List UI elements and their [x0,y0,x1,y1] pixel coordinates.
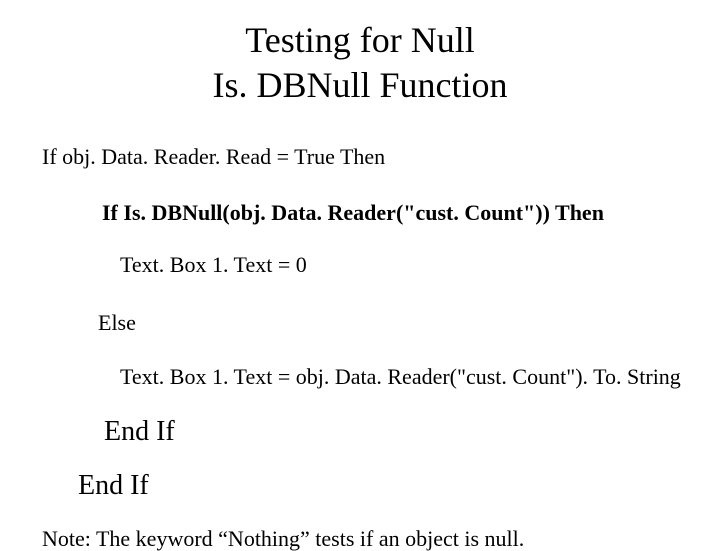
slide-title: Testing for Null Is. DBNull Function [0,0,720,108]
code-outer-if: If obj. Data. Reader. Read = True Then [42,146,720,168]
note-text: Note: The keyword “Nothing” tests if an … [42,528,720,550]
title-line-2: Is. DBNull Function [0,63,720,108]
code-endif-inner: End If [104,418,720,446]
code-else: Else [98,312,720,334]
slide-body: If obj. Data. Reader. Read = True Then I… [0,108,720,550]
code-assign-zero: Text. Box 1. Text = 0 [120,254,720,276]
code-endif-outer: End If [78,472,720,500]
code-assign-tostring: Text. Box 1. Text = obj. Data. Reader("c… [120,366,720,388]
code-inner-if: If Is. DBNull(obj. Data. Reader("cust. C… [102,202,720,224]
title-line-1: Testing for Null [0,18,720,63]
